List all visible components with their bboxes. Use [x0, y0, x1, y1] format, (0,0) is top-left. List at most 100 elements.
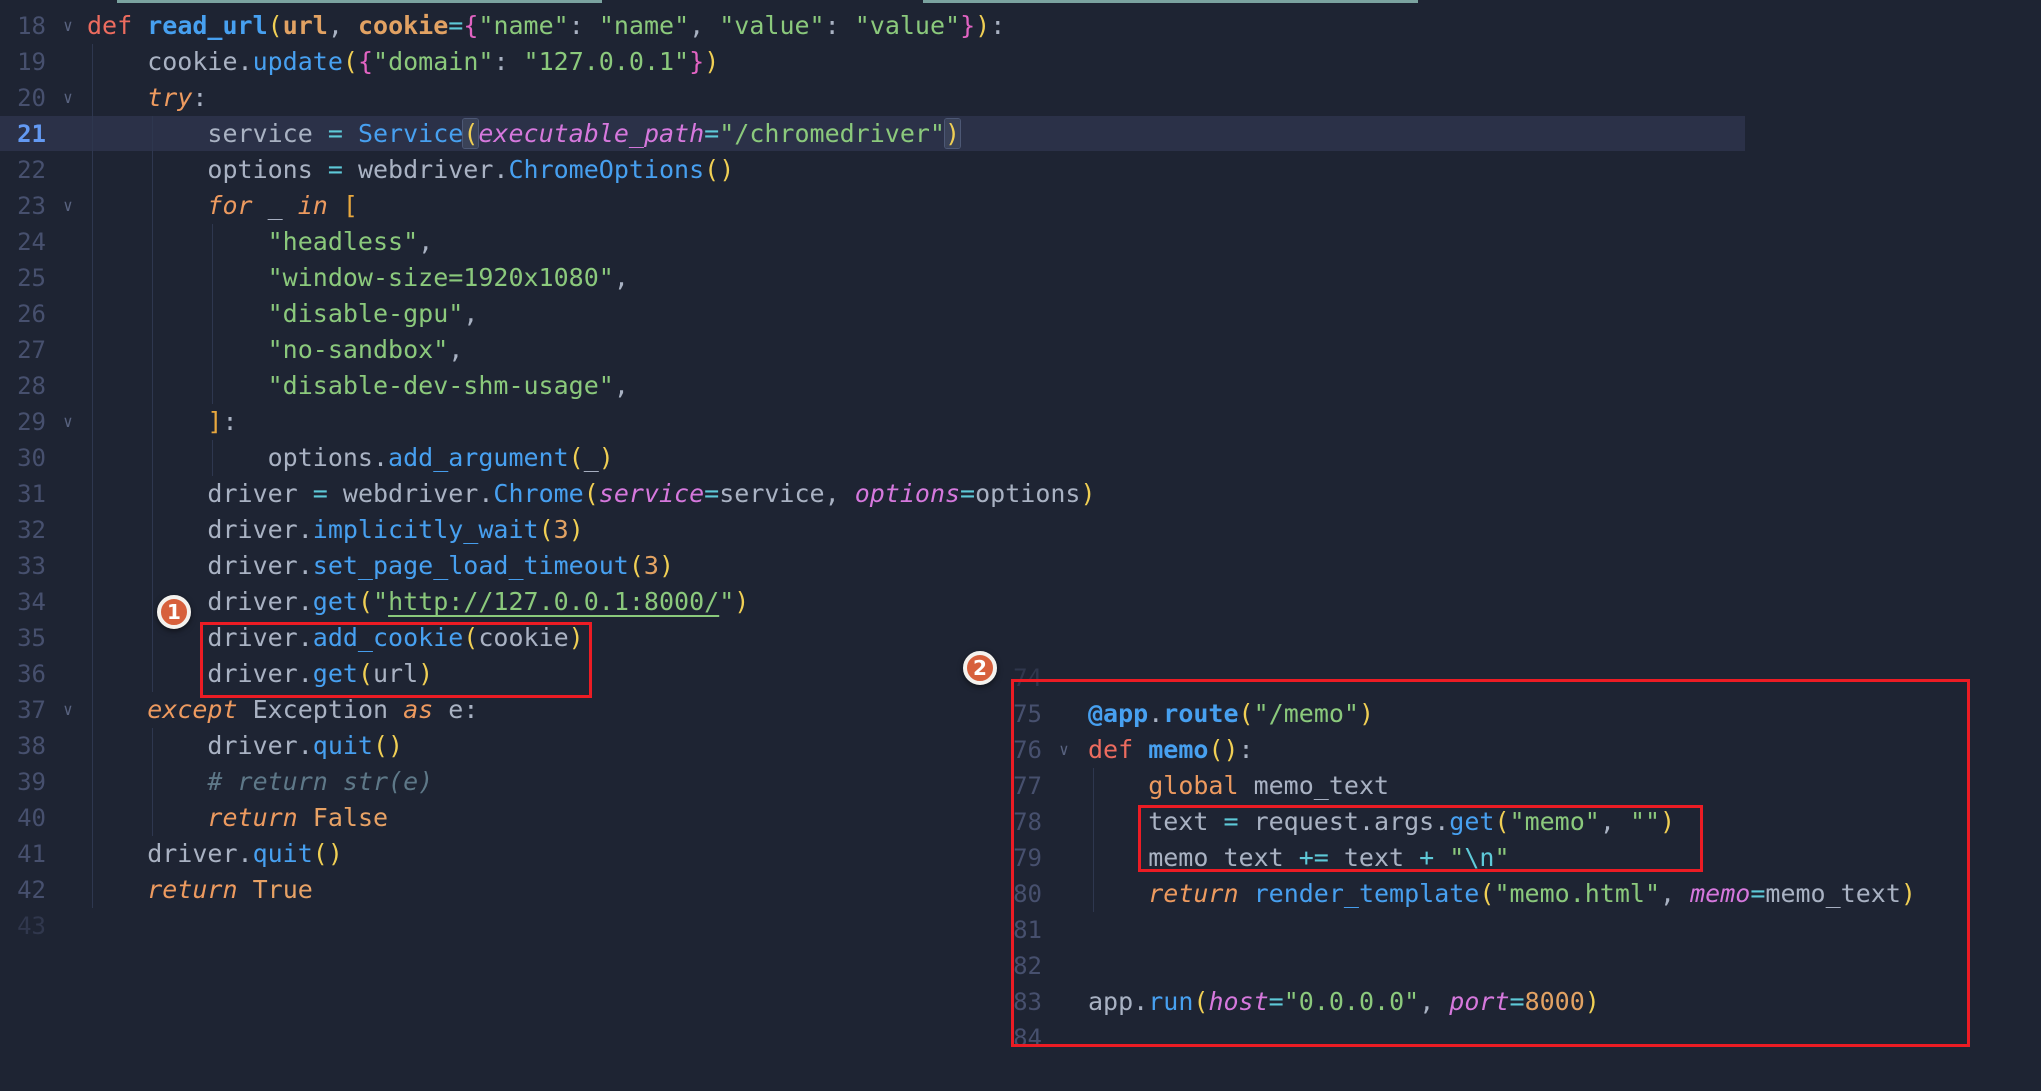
token-flow: as [403, 695, 433, 724]
code-line[interactable]: 30 options.add_argument(_) [0, 440, 2041, 476]
code-line[interactable]: 29∨ ]: [0, 404, 2041, 440]
token-kw: def [87, 11, 147, 40]
code-line[interactable]: 34 driver.get("http://127.0.0.1:8000/") [0, 584, 2041, 620]
token-str: "domain" [373, 47, 493, 76]
annotation-circle-2: 2 [963, 651, 997, 685]
token-kwarg: service [599, 479, 704, 508]
line-number: 26 [0, 296, 46, 332]
token-op: = [448, 11, 463, 40]
token-const: True [253, 875, 313, 904]
token-br1: ) [704, 47, 719, 76]
token-txt [87, 803, 207, 832]
token-br2: { [463, 11, 478, 40]
token-txt: cookie [87, 47, 238, 76]
token-strlink: http://127.0.0.1:8000/ [388, 587, 719, 616]
token-br1: ) [659, 551, 674, 580]
token-txt: : [990, 11, 1005, 40]
code-line[interactable]: 24 "headless", [0, 224, 2041, 260]
code-text: cookie.update({"domain": "127.0.0.1"}) [87, 44, 719, 80]
token-br1: () [373, 731, 403, 760]
code-text: driver.quit() [87, 728, 403, 764]
token-flow: except [147, 695, 237, 724]
token-meth: set_page_load_timeout [313, 551, 629, 580]
token-txt: driver [87, 839, 238, 868]
code-line[interactable]: 32 driver.implicitly_wait(3) [0, 512, 2041, 548]
token-txt [328, 191, 343, 220]
code-text: driver.set_page_load_timeout(3) [87, 548, 674, 584]
token-num: 3 [554, 515, 569, 544]
token-cmt: # return str(e) [207, 767, 433, 796]
token-txt: webdriver [343, 155, 494, 184]
token-txt: , [614, 263, 629, 292]
token-kwarg: executable_path [478, 119, 704, 148]
token-txt: . [493, 155, 508, 184]
code-line[interactable]: 26 "disable-gpu", [0, 296, 2041, 332]
token-str: "disable-dev-shm-usage" [268, 371, 614, 400]
fold-chevron-down-icon[interactable]: ∨ [50, 404, 86, 440]
token-num: 3 [644, 551, 659, 580]
code-line[interactable]: 28 "disable-dev-shm-usage", [0, 368, 2041, 404]
code-line[interactable]: 25 "window-size=1920x1080", [0, 260, 2041, 296]
token-meth: quit [253, 839, 313, 868]
line-number: 23 [0, 188, 46, 224]
token-br1: ( [358, 587, 373, 616]
token-txt [87, 767, 207, 796]
code-text: "disable-gpu", [87, 296, 478, 332]
token-br1: ( [268, 11, 283, 40]
token-txt: , [418, 227, 433, 256]
token-txt: . [298, 515, 313, 544]
token-txt: service [719, 479, 824, 508]
code-line[interactable]: 19 cookie.update({"domain": "127.0.0.1"}… [0, 44, 2041, 80]
code-line[interactable]: 22 options = webdriver.ChromeOptions() [0, 152, 2041, 188]
code-line[interactable]: 27 "no-sandbox", [0, 332, 2041, 368]
token-str: "window-size=1920x1080" [268, 263, 614, 292]
fold-chevron-down-icon[interactable]: ∨ [50, 8, 86, 44]
token-txt: driver [87, 515, 298, 544]
token-txt: . [478, 479, 493, 508]
code-line[interactable]: 20∨ try: [0, 80, 2041, 116]
line-number: 33 [0, 548, 46, 584]
token-br1: () [704, 155, 734, 184]
line-number: 22 [0, 152, 46, 188]
token-txt [87, 695, 147, 724]
code-text: service = Service(executable_path="/chro… [87, 116, 960, 152]
token-op: = [328, 119, 343, 148]
line-number: 32 [0, 512, 46, 548]
token-txt: e: [433, 695, 478, 724]
token-br1: ) [599, 443, 614, 472]
token-txt: service [87, 119, 328, 148]
token-br1: ( [463, 119, 478, 148]
line-number: 21 [0, 116, 46, 152]
token-txt: : [192, 83, 207, 112]
token-str: "no-sandbox" [268, 335, 449, 364]
token-op: = [704, 119, 719, 148]
code-line[interactable]: 31 driver = webdriver.Chrome(service=ser… [0, 476, 2041, 512]
code-text: return False [87, 800, 388, 836]
token-br2: { [358, 47, 373, 76]
token-meth: get [313, 587, 358, 616]
token-param: url [283, 11, 328, 40]
token-txt: driver [87, 731, 298, 760]
code-editor: { "app": {"kind": "code-editor-screensho… [0, 0, 2041, 1091]
token-br1: () [313, 839, 343, 868]
line-number: 25 [0, 260, 46, 296]
line-number: 34 [0, 584, 46, 620]
code-line[interactable]: 23∨ for _ in [ [0, 188, 2041, 224]
token-txt: , [689, 11, 719, 40]
token-br1: ) [734, 587, 749, 616]
code-text: try: [87, 80, 207, 116]
token-fn: read_url [147, 11, 267, 40]
line-number: 30 [0, 440, 46, 476]
token-br2: } [689, 47, 704, 76]
code-line[interactable]: 33 driver.set_page_load_timeout(3) [0, 548, 2041, 584]
code-text: "no-sandbox", [87, 332, 463, 368]
fold-chevron-down-icon[interactable]: ∨ [50, 188, 86, 224]
token-param: cookie [358, 11, 448, 40]
token-str: "name" [478, 11, 568, 40]
token-txt [87, 407, 207, 436]
fold-chevron-down-icon[interactable]: ∨ [50, 80, 86, 116]
token-txt [87, 299, 268, 328]
code-line[interactable]: 18∨def read_url(url, cookie={"name": "na… [0, 8, 2041, 44]
line-number: 27 [0, 332, 46, 368]
code-line[interactable]: 21 service = Service(executable_path="/c… [0, 116, 2041, 152]
